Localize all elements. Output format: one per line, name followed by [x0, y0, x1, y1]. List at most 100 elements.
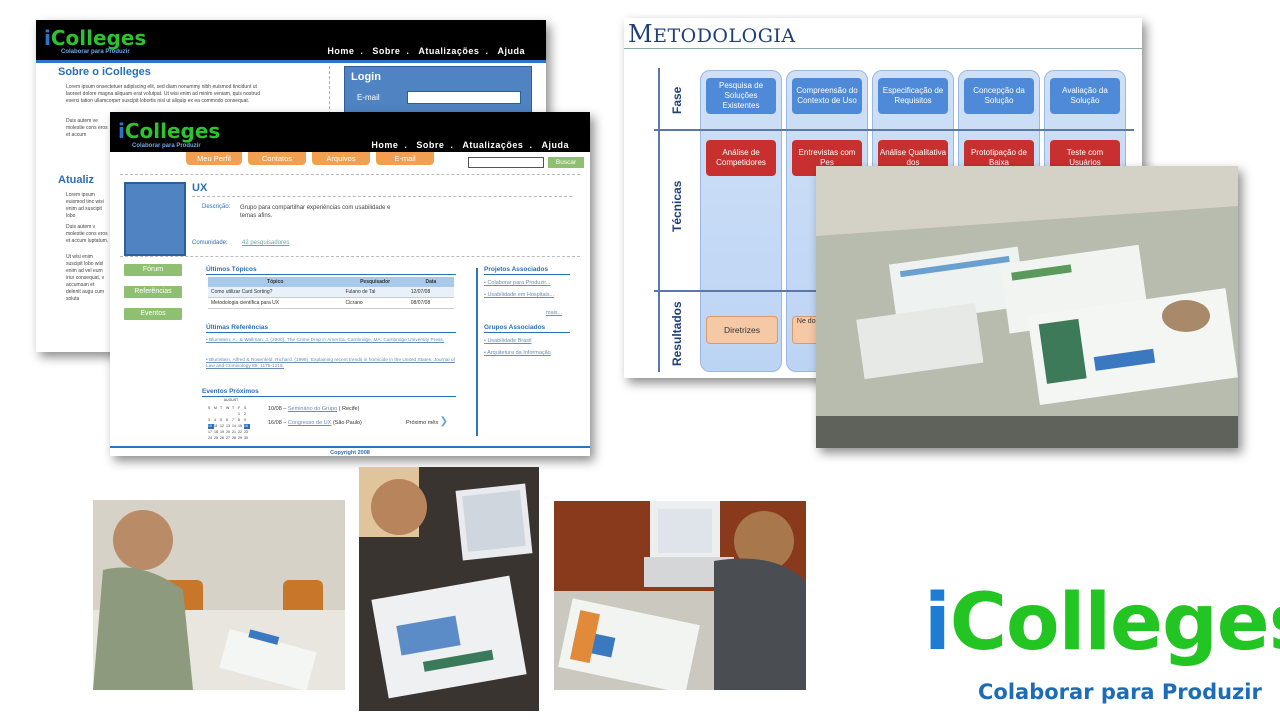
screenshot-group-page: iColleges Colaborar para Produzir Home. …: [110, 112, 590, 456]
phase-box: Especificação de Requisitos: [878, 78, 948, 114]
groups-heading: Grupos Associados: [484, 324, 546, 331]
tab-meu-perfil[interactable]: Meu Perfil: [186, 152, 242, 165]
row-axis: [658, 68, 660, 372]
next-month-link[interactable]: Próximo mês ❯: [406, 416, 448, 427]
brand-tagline: Colaborar para Produzir: [978, 680, 1262, 704]
nav-home[interactable]: Home: [371, 140, 398, 150]
divider: [120, 174, 580, 175]
main-nav: Home. Sobre. Atualizações. Ajuda: [327, 46, 525, 56]
search-button[interactable]: Buscar: [548, 157, 584, 168]
photo-papers-on-table: [816, 166, 1238, 448]
nav-sobre[interactable]: Sobre: [372, 46, 400, 56]
about-paragraph-2: Duis autem ve molestie cons eros et accu…: [66, 118, 108, 138]
table-cell: 12/07/08: [407, 287, 454, 298]
event-item: 10/08 – Seminário do Grupo ( Recife): [268, 406, 360, 412]
nav-home[interactable]: Home: [327, 46, 354, 56]
updates-paragraph: Lorem ipsum euismod tinc wisi enim ad su…: [66, 192, 104, 219]
community-label: Comunidade:: [192, 240, 228, 246]
phase-box: Avaliação da Solução: [1050, 78, 1120, 114]
forum-button[interactable]: Fórum: [124, 264, 182, 276]
description-label: Descrição:: [202, 204, 231, 210]
email-field[interactable]: [407, 91, 521, 104]
result-box: Diretrizes: [706, 316, 778, 344]
project-link[interactable]: • Colaborar para Produzir...: [484, 280, 550, 286]
event-item: 16/08 – Congresso de UX (São Paulo): [268, 420, 362, 426]
nav-sobre[interactable]: Sobre: [416, 140, 444, 150]
table-cell: Metodologia científica para UX: [208, 297, 343, 309]
updates-paragraph-3: Ut wisi enim suscipit lobo wisi enim ad …: [66, 254, 105, 302]
event-link[interactable]: Congresso de UX: [288, 420, 331, 426]
updates-title: Atualiz: [58, 174, 95, 186]
email-label: E-mail: [357, 93, 380, 102]
calendar-day[interactable]: 16: [244, 424, 250, 429]
photo-scene: [359, 467, 539, 711]
table-cell: Como utilizar Card Sorting?: [208, 287, 343, 298]
chevron-right-icon: ❯: [439, 416, 449, 427]
table-cell: Cicrano: [342, 297, 408, 309]
heading-rule: [202, 396, 456, 397]
group-link[interactable]: • Usabilidade Brasil: [484, 338, 531, 344]
group-title: UX: [192, 182, 208, 194]
photo-scene: [816, 166, 1238, 448]
table-header: Data: [407, 277, 454, 287]
photo-user-reading: [93, 500, 345, 690]
about-paragraph: Lorem ipsum onsectetuer adipiscing elit,…: [66, 84, 260, 104]
description-text: Grupo para compartilhar experiências com…: [240, 205, 391, 219]
about-title: Sobre o iColleges: [58, 66, 151, 78]
row-divider: [654, 129, 1134, 131]
heading-rule: [484, 332, 570, 333]
tab-arquivos[interactable]: Arquivos: [312, 152, 370, 165]
calendar-day[interactable]: 2: [244, 412, 250, 417]
heading-rule: [484, 274, 570, 275]
nav-atualizacoes[interactable]: Atualizações: [462, 140, 523, 150]
calendar-grid[interactable]: S M T W T F S 1 2 3 4 5 6 7 8 9 10 11 12 13 14 15 16 17 18 19 20 21…: [208, 406, 250, 441]
events-button[interactable]: Eventos: [124, 308, 182, 320]
login-title: Login: [351, 71, 381, 83]
phase-box: Pesquisa de Soluções Existentes: [706, 78, 776, 114]
photo-laptop-session: [359, 467, 539, 711]
calendar-day[interactable]: S: [244, 406, 250, 411]
table-row[interactable]: Como utilizar Card Sorting? Fulano de Ta…: [208, 287, 454, 298]
phase-box: Concepção da Solução: [964, 78, 1034, 114]
group-link[interactable]: • Arquitetura da Informação: [484, 350, 551, 356]
more-link[interactable]: mais...: [546, 310, 562, 316]
row-label-tecnicas: Técnicas: [670, 180, 684, 232]
footer: Copyright 2008: [110, 446, 590, 456]
nav-ajuda[interactable]: Ajuda: [497, 46, 525, 56]
site-tagline: Colaborar para Produzir: [132, 143, 201, 149]
site-header: iColleges Colaborar para Produzir Home. …: [110, 112, 590, 152]
updates-paragraph-2: Duis autem v molestie cons eros et accum…: [66, 224, 109, 244]
nav-ajuda[interactable]: Ajuda: [541, 140, 569, 150]
reference-link[interactable]: • Blumstein, Alfred & Rosenfeld, Richard…: [206, 358, 456, 370]
references-button[interactable]: Referências: [124, 286, 182, 298]
project-link[interactable]: • Usabilidade em Hospitais...: [484, 292, 554, 298]
calendar-day[interactable]: 9: [244, 418, 250, 423]
tab-contatos[interactable]: Contatos: [248, 152, 306, 165]
site-logo[interactable]: iColleges: [44, 26, 146, 50]
calendar-day[interactable]: 30: [244, 436, 250, 441]
event-link[interactable]: Seminário do Grupo: [288, 406, 337, 412]
tab-email[interactable]: E-mail: [376, 152, 434, 165]
calendar-day[interactable]: 23: [244, 430, 250, 435]
table-header: Tópico: [208, 277, 343, 287]
divider: [120, 256, 580, 257]
reference-link[interactable]: • Blumstein, A., & Wallman, J. (2000). T…: [206, 338, 456, 344]
site-header: iColleges Colaborar para Produzir Home. …: [36, 20, 546, 60]
calendar[interactable]: AUGUST S M T W T F S 1 2 3 4 5 6 7 8 9 10 11 12 13 14 15 16 17 1…: [208, 398, 254, 442]
group-avatar: [124, 182, 186, 256]
table-row[interactable]: Metodologia científica para UX Cicrano 0…: [208, 297, 454, 309]
title-rule: [624, 48, 1142, 49]
search-input[interactable]: [468, 157, 544, 168]
photo-scene: [93, 500, 345, 690]
site-logo[interactable]: iColleges: [118, 119, 220, 143]
photo-scene: [554, 501, 806, 690]
events-heading: Eventos Próximos: [202, 388, 259, 395]
table-cell: 08/07/08: [407, 297, 454, 309]
community-link[interactable]: 42 pesquisadores: [242, 240, 289, 246]
main-nav: Home. Sobre. Atualizações. Ajuda: [371, 140, 569, 150]
projects-heading: Projetos Associados: [484, 266, 549, 273]
topics-heading: Últimos Tópicos: [206, 266, 257, 273]
calendar-month: AUGUST: [223, 398, 239, 402]
column-divider: [476, 268, 478, 436]
nav-atualizacoes[interactable]: Atualizações: [418, 46, 479, 56]
